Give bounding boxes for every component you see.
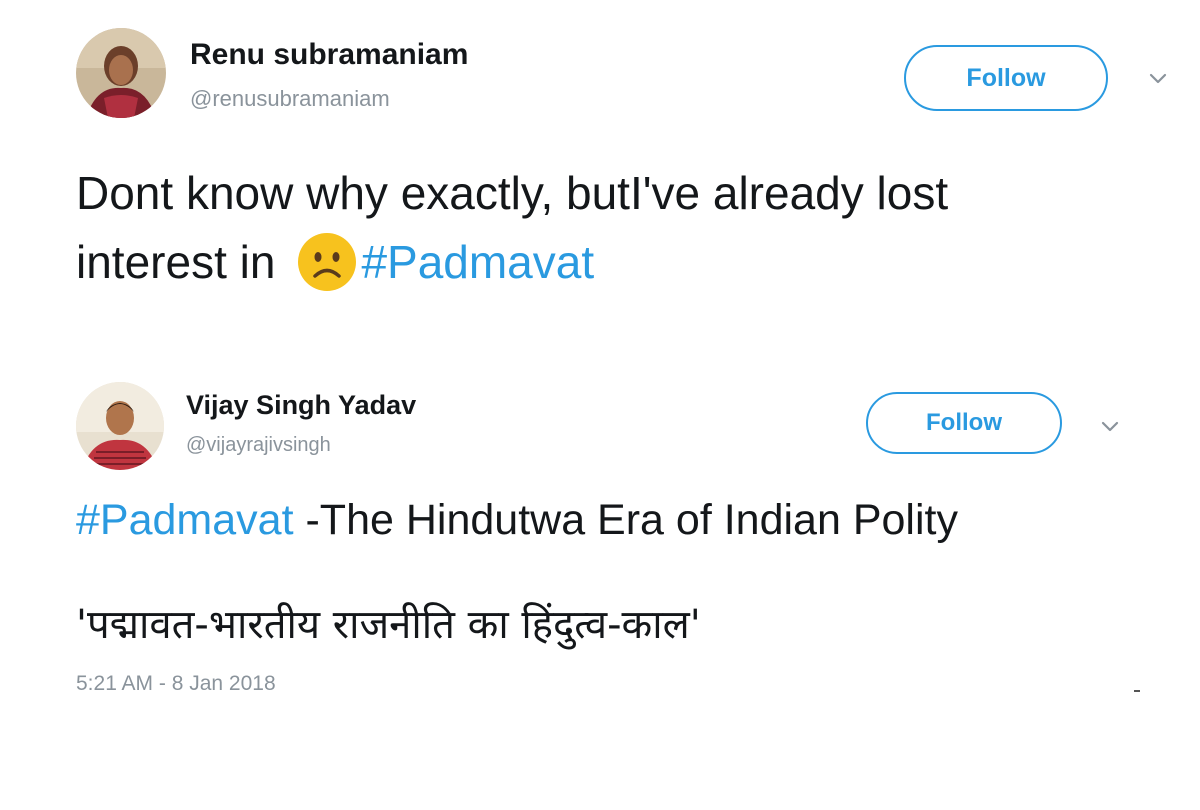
tweet-card: Vijay Singh Yadav @vijayrajivsingh Follo… [0, 340, 1200, 720]
tweet-timestamp[interactable]: 5:21 AM - 8 Jan 2018 [76, 672, 276, 696]
hashtag-link[interactable]: #Padmavat [76, 496, 294, 544]
tweet-text: Dont know why exactly, butI've already l… [76, 167, 949, 219]
follow-button[interactable]: Follow [866, 392, 1062, 454]
divider-mark [1134, 690, 1140, 692]
chevron-down-icon[interactable] [1146, 66, 1170, 90]
tweet-card: Renu subramaniam @renusubramaniam Follow… [0, 0, 1200, 320]
avatar[interactable] [76, 382, 164, 470]
tweet-text-hindi: 'पद्मावत-भारतीय राजनीति का हिंदुत्व-काल' [76, 602, 701, 648]
avatar[interactable] [76, 28, 166, 118]
display-name[interactable]: Vijay Singh Yadav [186, 390, 416, 421]
follow-button[interactable]: Follow [904, 45, 1108, 111]
tweet-text-line: interest in #Padmavat [76, 232, 594, 292]
user-handle[interactable]: @renusubramaniam [190, 86, 390, 112]
display-name[interactable]: Renu subramaniam [190, 38, 468, 72]
tweet-text: #Padmavat -The Hindutwa Era of Indian Po… [76, 496, 958, 545]
tweet-text-segment: -The Hindutwa Era of Indian Polity [293, 496, 958, 544]
chevron-down-icon[interactable] [1098, 414, 1122, 438]
frowning-face-icon [297, 232, 357, 292]
user-handle[interactable]: @vijayrajivsingh [186, 434, 331, 457]
tweet-text-segment: interest in [76, 236, 276, 288]
hashtag-link[interactable]: #Padmavat [361, 235, 594, 289]
